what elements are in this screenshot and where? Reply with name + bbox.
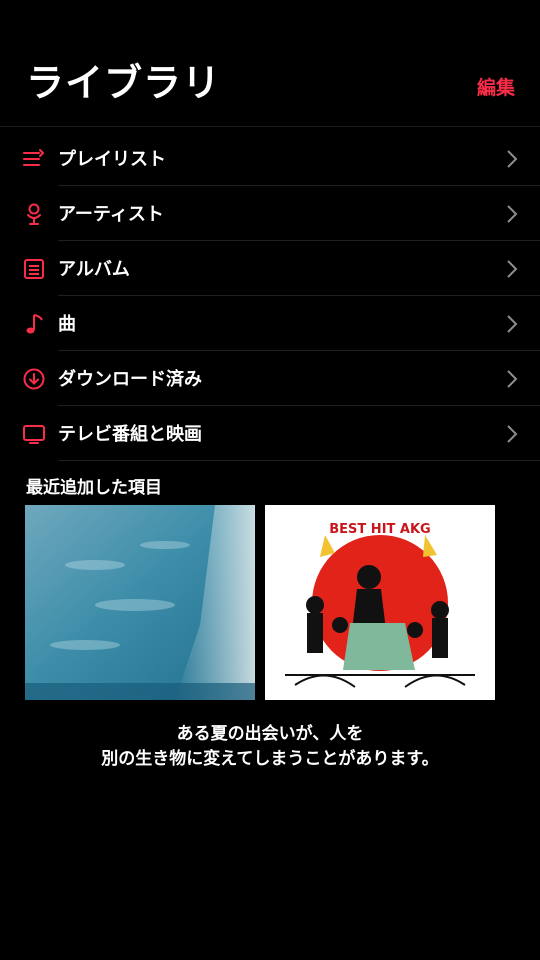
recently-added-title: 最近追加した項目 bbox=[26, 478, 162, 498]
menu-item-label: ダウンロード済み bbox=[58, 369, 202, 390]
menu-item-label: 曲 bbox=[58, 314, 76, 335]
menu-item-label: プレイリスト bbox=[58, 149, 166, 170]
chevron-right-icon bbox=[507, 315, 518, 333]
chevron-right-icon bbox=[507, 150, 518, 168]
chevron-right-icon bbox=[507, 260, 518, 278]
page-title: ライブラリ bbox=[26, 61, 222, 105]
header: ライブラリ 編集 bbox=[0, 0, 540, 127]
menu-item-label: アルバム bbox=[58, 259, 130, 280]
album-caption: ある夏の出会いが、人を 別の生き物に変えてしまうことがあります。 bbox=[0, 722, 540, 772]
download-icon bbox=[23, 368, 45, 390]
album-icon bbox=[24, 259, 44, 279]
recent-albums: BEST HIT AKG bbox=[25, 505, 495, 700]
menu-item-albums[interactable]: アルバム bbox=[0, 241, 540, 296]
caption-line: ある夏の出会いが、人を bbox=[176, 724, 364, 744]
menu-item-label: アーティスト bbox=[58, 204, 164, 225]
menu-item-tv-movies[interactable]: テレビ番組と映画 bbox=[0, 406, 540, 461]
menu-item-playlists[interactable]: プレイリスト bbox=[0, 131, 540, 186]
album-art-best-hit-akg: BEST HIT AKG bbox=[265, 505, 495, 700]
album-cover-text: BEST HIT AKG bbox=[329, 522, 430, 537]
chevron-right-icon bbox=[507, 425, 518, 443]
microphone-icon bbox=[27, 203, 41, 225]
playlist-icon bbox=[23, 149, 45, 166]
tv-icon bbox=[23, 425, 45, 444]
menu-item-artists[interactable]: アーティスト bbox=[0, 186, 540, 241]
menu-item-downloaded[interactable]: ダウンロード済み bbox=[0, 351, 540, 406]
album-cover[interactable]: BEST HIT AKG bbox=[265, 505, 495, 700]
caption-line: 別の生き物に変えてしまうことがあります。 bbox=[101, 749, 439, 769]
music-note-icon bbox=[26, 314, 43, 334]
chevron-right-icon bbox=[507, 205, 518, 223]
album-cover[interactable] bbox=[25, 505, 255, 700]
library-menu: プレイリスト アーティスト アルバム 曲 ダウンロード済み テレビ番組と映画 bbox=[0, 131, 540, 461]
menu-item-songs[interactable]: 曲 bbox=[0, 296, 540, 351]
album-art-ocean bbox=[25, 505, 255, 700]
menu-item-label: テレビ番組と映画 bbox=[58, 424, 202, 445]
edit-button[interactable]: 編集 bbox=[477, 73, 515, 100]
chevron-right-icon bbox=[507, 370, 518, 388]
divider bbox=[58, 460, 540, 461]
